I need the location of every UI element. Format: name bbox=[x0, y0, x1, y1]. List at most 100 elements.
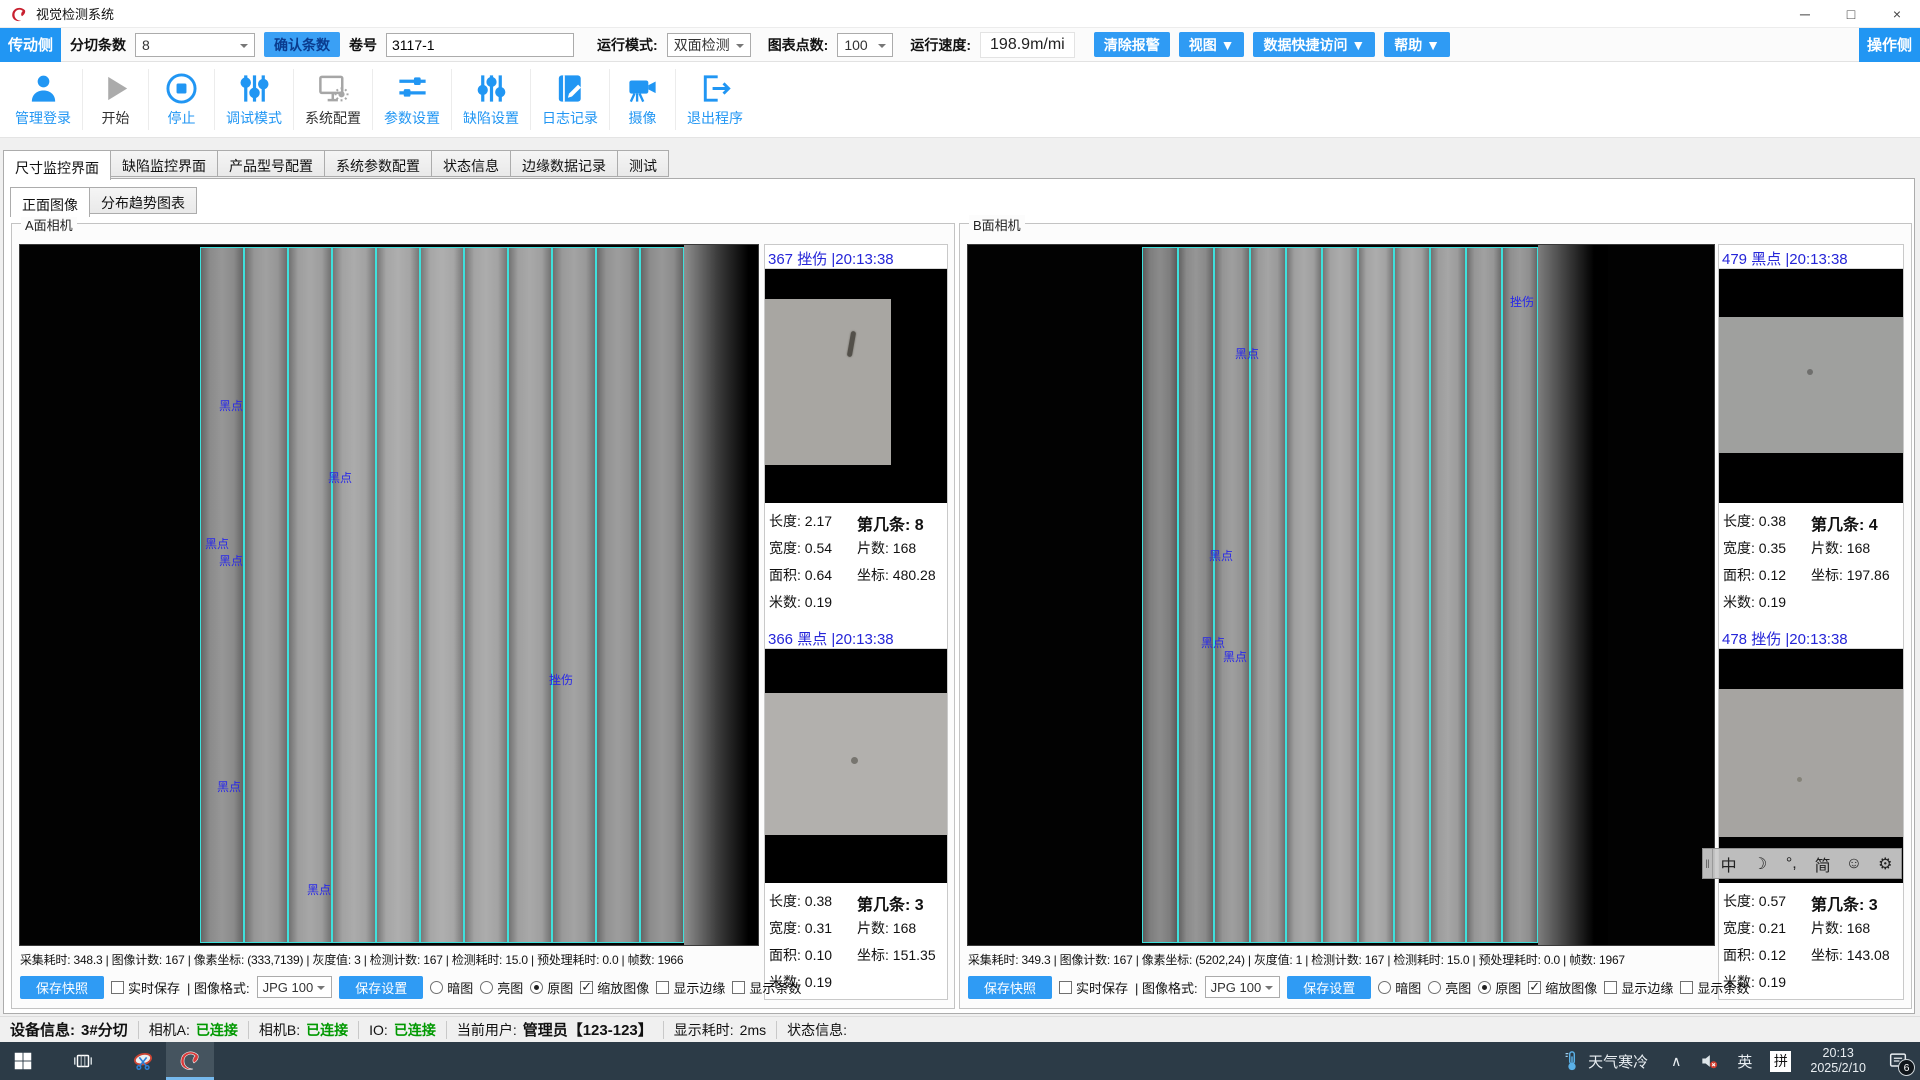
bright-image-radio[interactable]: 亮图 bbox=[1428, 978, 1471, 997]
checkbox[interactable] bbox=[1604, 981, 1617, 994]
ime-drag-handle[interactable]: ‖ bbox=[1703, 849, 1713, 878]
defect-label: 黑点 bbox=[328, 469, 352, 486]
save-snapshot-button[interactable]: 保存快照 bbox=[968, 976, 1052, 999]
show-strips-checkbox[interactable]: 显示条数 bbox=[1680, 978, 1749, 997]
save-settings-button[interactable]: 保存设置 bbox=[339, 976, 423, 999]
ime-simplified-icon[interactable]: 简 bbox=[1807, 852, 1838, 876]
ime-mode-chinese[interactable]: 中 bbox=[1713, 852, 1744, 876]
realtime-save[interactable]: 实时保存 bbox=[111, 978, 180, 997]
radio-button[interactable] bbox=[530, 981, 543, 994]
checkbox[interactable] bbox=[1528, 981, 1541, 994]
tab-0[interactable]: 尺寸监控界面 bbox=[3, 150, 111, 180]
defect-card-header: 366 黑点 |20:13:38 bbox=[765, 625, 947, 649]
toolbar-item-debug-sliders[interactable]: 调试模式 bbox=[214, 69, 293, 130]
ime-punctuation-icon[interactable]: °, bbox=[1776, 855, 1807, 873]
notification-center-button[interactable]: 6 bbox=[1876, 1042, 1920, 1080]
radio-button[interactable] bbox=[1428, 981, 1441, 994]
save-snapshot-button[interactable]: 保存快照 bbox=[20, 976, 104, 999]
data-quick-access-menu-button[interactable]: 数据快捷访问 ▼ bbox=[1253, 32, 1375, 57]
toolbar-item-user[interactable]: 管理登录 bbox=[4, 69, 82, 130]
volume-muted-icon[interactable] bbox=[1690, 1042, 1728, 1080]
ime-language-bar[interactable]: ‖ 中☽°,简☺⚙ bbox=[1702, 848, 1902, 879]
toolbar-item-system-config[interactable]: 系统配置 bbox=[293, 69, 372, 130]
task-view-button[interactable] bbox=[60, 1042, 106, 1080]
start-button[interactable] bbox=[0, 1042, 46, 1080]
tab-1[interactable]: 缺陷监控界面 bbox=[111, 150, 218, 177]
ime-emoji-icon[interactable]: ☺ bbox=[1838, 855, 1869, 873]
toolbar-item-exit[interactable]: 退出程序 bbox=[675, 69, 754, 130]
close-button[interactable]: × bbox=[1874, 0, 1920, 27]
radio-button[interactable] bbox=[430, 981, 443, 994]
defect-card[interactable]: 366 黑点 |20:13:38 长度: 0.38第几条: 3宽度: 0.31片… bbox=[765, 625, 947, 999]
params-sliders-icon bbox=[395, 71, 430, 106]
original-image-radio[interactable]: 原图 bbox=[530, 978, 573, 997]
tab-3[interactable]: 系统参数配置 bbox=[325, 150, 432, 177]
ime-fullwidth-icon[interactable]: ☽ bbox=[1744, 854, 1775, 874]
save-settings-button[interactable]: 保存设置 bbox=[1287, 976, 1371, 999]
realtime-save[interactable]: 实时保存 bbox=[1059, 978, 1128, 997]
ime-mode-indicator[interactable]: 拼 bbox=[1761, 1042, 1800, 1080]
toolbar-item-stop[interactable]: 停止 bbox=[148, 69, 214, 130]
radio-button[interactable] bbox=[1378, 981, 1391, 994]
checkbox[interactable] bbox=[1059, 981, 1072, 994]
bright-image-radio[interactable]: 亮图 bbox=[480, 978, 523, 997]
clear-alarm-button[interactable]: 清除报警 bbox=[1094, 32, 1170, 57]
radio-button[interactable] bbox=[1478, 981, 1491, 994]
defect-card[interactable]: 478 挫伤 |20:13:38 长度: 0.57第几条: 3宽度: 0.21片… bbox=[1719, 625, 1903, 999]
vision-app-taskbar-icon[interactable] bbox=[166, 1042, 214, 1080]
zoom-image-checkbox[interactable]: 缩放图像 bbox=[580, 978, 649, 997]
help-menu-button[interactable]: 帮助 ▼ bbox=[1384, 32, 1450, 57]
operator-side-button[interactable]: 操作侧 bbox=[1859, 28, 1920, 62]
dark-image-radio[interactable]: 暗图 bbox=[430, 978, 473, 997]
tab-4[interactable]: 状态信息 bbox=[432, 150, 511, 177]
minimize-button[interactable]: ─ bbox=[1782, 0, 1828, 27]
dark-image-radio[interactable]: 暗图 bbox=[1378, 978, 1421, 997]
snipping-tool-icon[interactable] bbox=[120, 1042, 166, 1080]
ime-settings-gear-icon[interactable]: ⚙ bbox=[1870, 854, 1901, 874]
run-mode-select[interactable]: 双面检测 bbox=[667, 33, 751, 57]
show-edges-checkbox[interactable]: 显示边缘 bbox=[1604, 978, 1673, 997]
checkbox[interactable] bbox=[111, 981, 124, 994]
checkbox[interactable] bbox=[1680, 981, 1693, 994]
checkbox[interactable] bbox=[580, 981, 593, 994]
defect-field: 第几条: 3 bbox=[1811, 891, 1878, 918]
radio-button[interactable] bbox=[480, 981, 493, 994]
toolbar-item-log-book[interactable]: 日志记录 bbox=[530, 69, 609, 130]
view-menu-button[interactable]: 视图 ▼ bbox=[1179, 32, 1245, 57]
image-format-select[interactable]: JPG 100 bbox=[257, 976, 333, 998]
subtab-0[interactable]: 正面图像 bbox=[10, 187, 90, 217]
zoom-image-checkbox-label: 缩放图像 bbox=[1545, 978, 1597, 997]
show-strips-checkbox[interactable]: 显示条数 bbox=[732, 978, 801, 997]
confirm-count-button[interactable]: 确认条数 bbox=[264, 32, 340, 57]
checkbox[interactable] bbox=[656, 981, 669, 994]
tab-5[interactable]: 边缘数据记录 bbox=[511, 150, 618, 177]
camera-b-image[interactable]: 挫伤黑点黑点黑点黑点 bbox=[967, 244, 1715, 946]
tab-6[interactable]: 测试 bbox=[618, 150, 669, 177]
original-image-radio[interactable]: 原图 bbox=[1478, 978, 1521, 997]
slit-count-select[interactable]: 8 bbox=[135, 33, 255, 57]
toolbar-item-params-sliders[interactable]: 参数设置 bbox=[372, 69, 451, 130]
tab-2[interactable]: 产品型号配置 bbox=[218, 150, 325, 177]
taskbar-clock[interactable]: 20:13 2025/2/10 bbox=[1800, 1046, 1876, 1076]
image-format-select[interactable]: JPG 100 bbox=[1205, 976, 1281, 998]
chart-points-select[interactable]: 100 bbox=[837, 33, 893, 57]
camera-a-image[interactable]: 黑点黑点黑点黑点挫伤黑点黑点 bbox=[19, 244, 759, 946]
toolbar-item-camera[interactable]: 摄像 bbox=[609, 69, 675, 130]
roll-number-input[interactable] bbox=[386, 33, 574, 57]
checkbox[interactable] bbox=[732, 981, 745, 994]
maximize-button[interactable]: □ bbox=[1828, 0, 1874, 27]
defect-label: 黑点 bbox=[205, 535, 229, 552]
language-indicator[interactable]: 英 bbox=[1728, 1042, 1761, 1080]
defect-card[interactable]: 479 黑点 |20:13:38 长度: 0.38第几条: 4宽度: 0.35片… bbox=[1719, 245, 1903, 619]
icon-toolbar: 管理登录开始停止调试模式系统配置参数设置缺陷设置日志记录摄像退出程序 bbox=[0, 62, 1920, 138]
tray-expand-chevron[interactable]: ∧ bbox=[1662, 1042, 1690, 1080]
toolbar-item-defect-sliders[interactable]: 缺陷设置 bbox=[451, 69, 530, 130]
defect-card[interactable]: 367 挫伤 |20:13:38 长度: 2.17第几条: 8宽度: 0.54片… bbox=[765, 245, 947, 619]
zoom-image-checkbox[interactable]: 缩放图像 bbox=[1528, 978, 1597, 997]
drive-side-button[interactable]: 传动侧 bbox=[0, 28, 61, 62]
weather-tray-item[interactable]: 天气寒冷 bbox=[1549, 1050, 1662, 1072]
subtab-1[interactable]: 分布趋势图表 bbox=[90, 187, 197, 214]
defect-field: 片数: 168 bbox=[857, 918, 916, 945]
show-edges-checkbox[interactable]: 显示边缘 bbox=[656, 978, 725, 997]
toolbar-item-play[interactable]: 开始 bbox=[82, 69, 148, 130]
